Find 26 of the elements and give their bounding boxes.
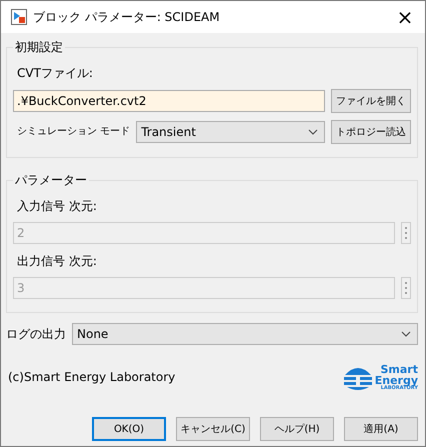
app-icon bbox=[11, 9, 27, 25]
field-label: シミュレーション モード bbox=[17, 125, 130, 139]
load-topology-button[interactable]: トポロジー読込 bbox=[331, 120, 411, 144]
field-label: 入力信号 次元: bbox=[17, 198, 98, 215]
file-path-field[interactable]: .¥BuckConverter.cvt2 bbox=[13, 90, 325, 112]
window-title: ブロック パラメーター: SCIDEAM bbox=[33, 8, 221, 26]
logo-text: Energy bbox=[374, 374, 418, 386]
log-dropdown[interactable]: None bbox=[72, 323, 418, 345]
chevron-icon bbox=[308, 129, 318, 135]
field-label: 出力信号 次元: bbox=[17, 253, 98, 270]
more-icon[interactable] bbox=[401, 222, 411, 244]
group-title: 初期設定 bbox=[14, 39, 64, 56]
group-title: パラメーター bbox=[14, 172, 88, 189]
chevron-icon bbox=[401, 331, 411, 337]
dialog-button[interactable]: OK(O) bbox=[92, 417, 166, 441]
copyright-text: (c)Smart Energy Laboratory bbox=[8, 370, 176, 384]
logo-text: Smart bbox=[380, 364, 418, 374]
close-button[interactable]: × bbox=[385, 1, 425, 33]
dialog-button[interactable]: ヘルプ(H) bbox=[260, 417, 334, 441]
open-file-button[interactable]: ファイルを開く bbox=[331, 89, 411, 113]
dialog-button[interactable]: 適用(A) bbox=[344, 417, 418, 441]
dialog-button[interactable]: キャンセル(C) bbox=[176, 417, 250, 441]
mode-dropdown[interactable]: Transient bbox=[136, 121, 325, 143]
field-label: CVTファイル: bbox=[17, 65, 94, 82]
field-label: ログの出力 bbox=[6, 326, 66, 342]
more-icon[interactable] bbox=[401, 277, 411, 299]
